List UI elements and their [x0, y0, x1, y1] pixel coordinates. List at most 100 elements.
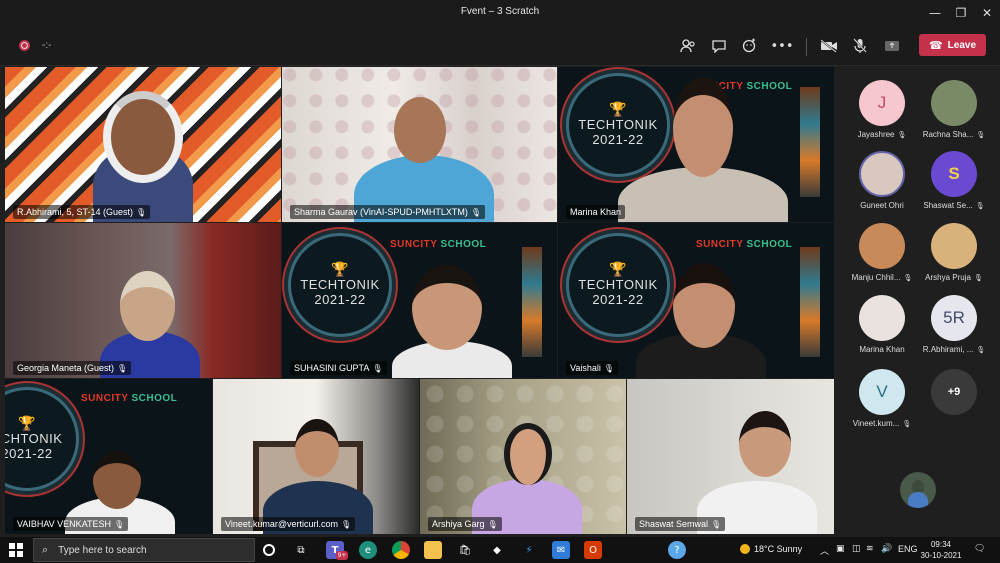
participant-item[interactable]: Guneet Ohri [846, 151, 918, 210]
recording-icon [19, 40, 30, 51]
participants-icon[interactable] [678, 36, 698, 56]
azure-icon[interactable]: ⚡ [520, 541, 538, 559]
camera-off-icon[interactable] [819, 36, 839, 56]
search-icon: ⌕ [42, 543, 49, 556]
participant-item[interactable]: Rachna Sha... 🎙 [918, 80, 990, 139]
participant-name: Shaswat Se... 🎙 [923, 201, 985, 210]
avatar: S [931, 151, 977, 197]
store-icon[interactable]: 🛍 [456, 541, 474, 559]
clock-time: 09:34 [930, 540, 952, 549]
reactions-icon[interactable] [740, 36, 760, 56]
toolbar-divider [806, 38, 807, 56]
video-tile[interactable]: 🏆 TECHTONIK 2021-22 SUNCITY SCHOOL SUHAS… [282, 223, 557, 378]
video-tile[interactable]: R.Abhirami, 5, ST-14 (Guest) 🎙 [5, 67, 281, 222]
system-clock[interactable]: 09:34 30-10-2021 [920, 539, 962, 561]
cortana-icon[interactable] [263, 544, 275, 556]
meeting-timer: -:- [42, 40, 52, 51]
mic-icon: 🎙 [711, 520, 722, 529]
weather-widget[interactable]: 18°C Sunny [740, 544, 802, 554]
title-bar: Fvent – 3 Scratch — ❐ ✕ [0, 0, 1000, 26]
chrome-icon[interactable] [392, 541, 410, 559]
wifi-icon[interactable]: ≋ [866, 544, 874, 554]
participant-name-label: Vaishali 🎙 [566, 361, 619, 375]
help-icon[interactable]: ? [668, 541, 686, 559]
search-placeholder: Type here to search [58, 544, 147, 556]
participant-item[interactable]: V Vineet.kum... 🎙 [846, 369, 918, 428]
clock-date: 30-10-2021 [920, 551, 962, 560]
share-screen-icon[interactable] [882, 36, 902, 56]
trophy-icon: 🏆 [331, 262, 349, 279]
video-tile[interactable]: Shaswat Semwal 🎙 [627, 379, 834, 534]
trophy-icon: 🏆 [609, 262, 627, 279]
mic-icon: 🎙 [341, 520, 352, 529]
mic-off-icon[interactable] [850, 36, 870, 56]
mic-icon: 🎙 [603, 364, 615, 373]
participant-name-label: Arshiya Garg 🎙 [428, 517, 502, 531]
participant-name: Guneet Ohri [860, 201, 904, 210]
participant-name: Jayashree 🎙 [857, 130, 907, 139]
camera-tray-icon[interactable]: ▣ [836, 544, 845, 554]
video-tile[interactable]: Vineet.kumar@verticurl.com 🎙 [213, 379, 419, 534]
weather-text: 18°C Sunny [754, 544, 803, 554]
techtonik-logo: 🏆 ECHTONIK 2021-22 [5, 387, 79, 491]
sun-icon [740, 544, 750, 554]
mail-icon[interactable]: ✉ [552, 541, 570, 559]
video-tile[interactable]: Sharma Gaurav (VinAI-SPUD-PMHTLXTM) 🎙 [282, 67, 557, 222]
more-participants-button[interactable]: +9 [918, 369, 990, 415]
school-banner: SUNCITY SCHOOL [696, 239, 793, 250]
more-options-icon[interactable]: ••• [771, 36, 794, 56]
mic-icon: 🎙 [114, 520, 125, 529]
task-view-icon[interactable]: ⧉ [292, 541, 310, 559]
avatar: 5R [931, 295, 977, 341]
participant-item[interactable]: Arshya Pruja 🎙 [918, 223, 990, 282]
participant-name-label: Georgia Maneta (Guest) 🎙 [13, 361, 132, 375]
mic-icon: 🎙 [372, 364, 383, 373]
participant-name: Rachna Sha... 🎙 [922, 130, 986, 139]
self-view-avatar[interactable] [900, 472, 936, 508]
leave-button[interactable]: ☎ Leave [919, 34, 986, 56]
language-indicator[interactable]: ENG [898, 544, 918, 554]
phone-hangup-icon: ☎ [928, 38, 943, 52]
notifications-icon[interactable]: 🗨 [974, 544, 985, 554]
mic-icon: 🎙 [487, 520, 498, 529]
windows-start-icon[interactable] [9, 543, 23, 557]
participant-name-label: Sharma Gaurav (VinAI-SPUD-PMHTLXTM) 🎙 [290, 205, 486, 219]
participant-gallery: J Jayashree 🎙 Rachna Sha... 🎙 Guneet Ohri … [836, 67, 1000, 537]
file-explorer-icon[interactable] [424, 541, 442, 559]
taskbar-search[interactable]: ⌕ Type here to search [33, 538, 255, 562]
dropbox-icon[interactable]: ◆ [488, 541, 506, 559]
participant-name-label: Shaswat Semwal 🎙 [635, 517, 726, 531]
avatar [859, 151, 905, 197]
participant-item[interactable]: J Jayashree 🎙 [846, 80, 918, 139]
techtonik-logo: 🏆 TECHTONIK 2021-22 [288, 233, 392, 337]
overflow-count: +9 [931, 369, 977, 415]
participant-name-label: R.Abhirami, 5, ST-14 (Guest) 🎙 [13, 205, 151, 219]
school-banner: SUNCITY SCHOOL [390, 239, 487, 250]
avatar [859, 295, 905, 341]
video-tile[interactable]: 🏆 TECHTONIK 2021-22 SUNCITY SCHOOL Marin… [558, 67, 834, 222]
video-tile[interactable]: 🏆 ECHTONIK 2021-22 SUNCITY SCHOOL VAIBHA… [5, 379, 212, 534]
participant-item[interactable]: Manju Chhil... 🎙 [846, 223, 918, 282]
chat-icon[interactable] [709, 36, 729, 56]
video-tile[interactable]: Arshiya Garg 🎙 [420, 379, 626, 534]
techtonik-logo: 🏆 TECHTONIK 2021-22 [566, 233, 670, 337]
window-title: Fvent – 3 Scratch [460, 6, 540, 17]
edge-icon[interactable]: e [359, 541, 377, 559]
video-tile[interactable]: 🏆 TECHTONIK 2021-22 SUNCITY SCHOOL Vaish… [558, 223, 834, 378]
trophy-icon: 🏆 [609, 102, 627, 119]
network-icon[interactable]: ◫ [852, 544, 861, 554]
participant-item[interactable]: Marina Khan [846, 295, 918, 354]
mic-icon: 🎙 [470, 208, 482, 217]
video-tile[interactable]: Georgia Maneta (Guest) 🎙 [5, 223, 281, 378]
participant-item[interactable]: S Shaswat Se... 🎙 [918, 151, 990, 210]
volume-icon[interactable]: 🔊 [881, 544, 892, 554]
participant-name: Marina Khan [859, 345, 905, 354]
participant-name: Arshya Pruja 🎙 [925, 273, 983, 282]
avatar [859, 223, 905, 269]
close-icon[interactable]: ✕ [970, 0, 1000, 26]
chevron-up-icon[interactable]: ︿ [820, 544, 829, 557]
windows-taskbar: ⌕ Type here to search ⧉ T 9+ e 🛍 ◆ ⚡ ✉ O… [0, 537, 1000, 563]
teams-badge: 9+ [336, 551, 348, 560]
office-icon[interactable]: O [584, 541, 602, 559]
participant-item[interactable]: 5R R.Abhirami, ... 🎙 [918, 295, 990, 354]
